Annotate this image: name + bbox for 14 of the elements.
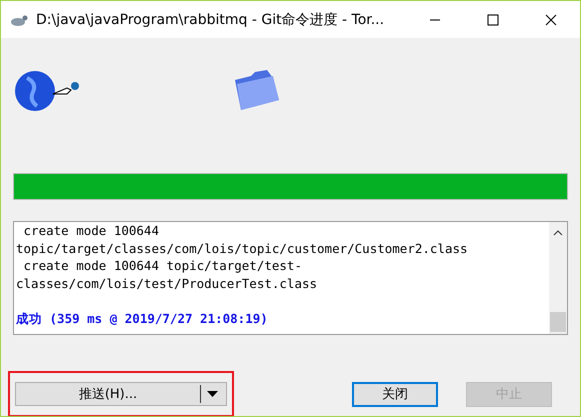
scroll-up-icon[interactable] [553,230,563,236]
log-line: create mode 100644 topic/target/test- [22,257,303,274]
log-line: classes/com/lois/test/ProducerTest.class [16,274,318,292]
folder-icon [233,70,281,112]
close-button[interactable]: 关闭 [352,382,438,406]
scrollbar[interactable] [549,222,567,334]
window-title: D:\java\javaProgram\rabbitmq - Git命令进度 - Tor... [36,10,386,28]
log-line: topic/target/classes/com/lois/topic/customer/Customer2.class [16,240,469,257]
turtle-icon [10,12,28,26]
status-message: 成功 (359 ms @ 2019/7/27 21:08:19) [16,310,269,327]
caret-icon[interactable] [207,391,218,397]
scroll-thumb[interactable] [550,312,566,332]
log-line: create mode 100644 [22,222,160,240]
push-split-button[interactable]: 推送(H)... [15,382,227,406]
